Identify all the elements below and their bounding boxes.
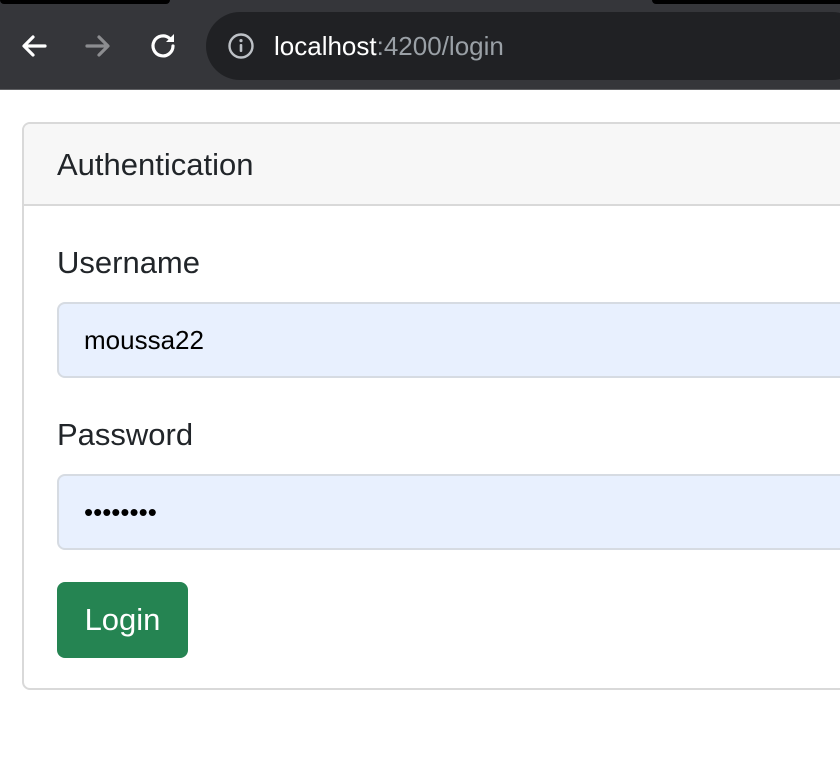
address-bar[interactable]: localhost:4200/login (206, 12, 840, 80)
tab-strip-right (652, 0, 840, 4)
forward-arrow-icon (85, 35, 110, 57)
login-button[interactable]: Login (57, 582, 188, 658)
card-title: Authentication (57, 147, 254, 182)
info-icon[interactable] (228, 33, 254, 59)
username-label: Username (57, 245, 200, 280)
username-input[interactable] (57, 302, 840, 378)
tab-strip-left (0, 0, 170, 4)
reload-button[interactable] (143, 26, 183, 66)
forward-button[interactable] (78, 26, 118, 66)
url-text[interactable]: localhost:4200/login (274, 29, 504, 63)
browser-toolbar: localhost:4200/login (0, 0, 840, 90)
url-host: localhost (274, 31, 377, 61)
back-arrow-icon (22, 35, 47, 57)
reload-icon (151, 34, 175, 58)
password-label: Password (57, 417, 194, 452)
url-path: :4200/login (376, 31, 504, 61)
back-button[interactable] (14, 26, 54, 66)
authentication-card: Authentication Username Password Login (22, 122, 840, 690)
password-input[interactable] (57, 474, 840, 550)
card-header: Authentication (24, 124, 840, 206)
